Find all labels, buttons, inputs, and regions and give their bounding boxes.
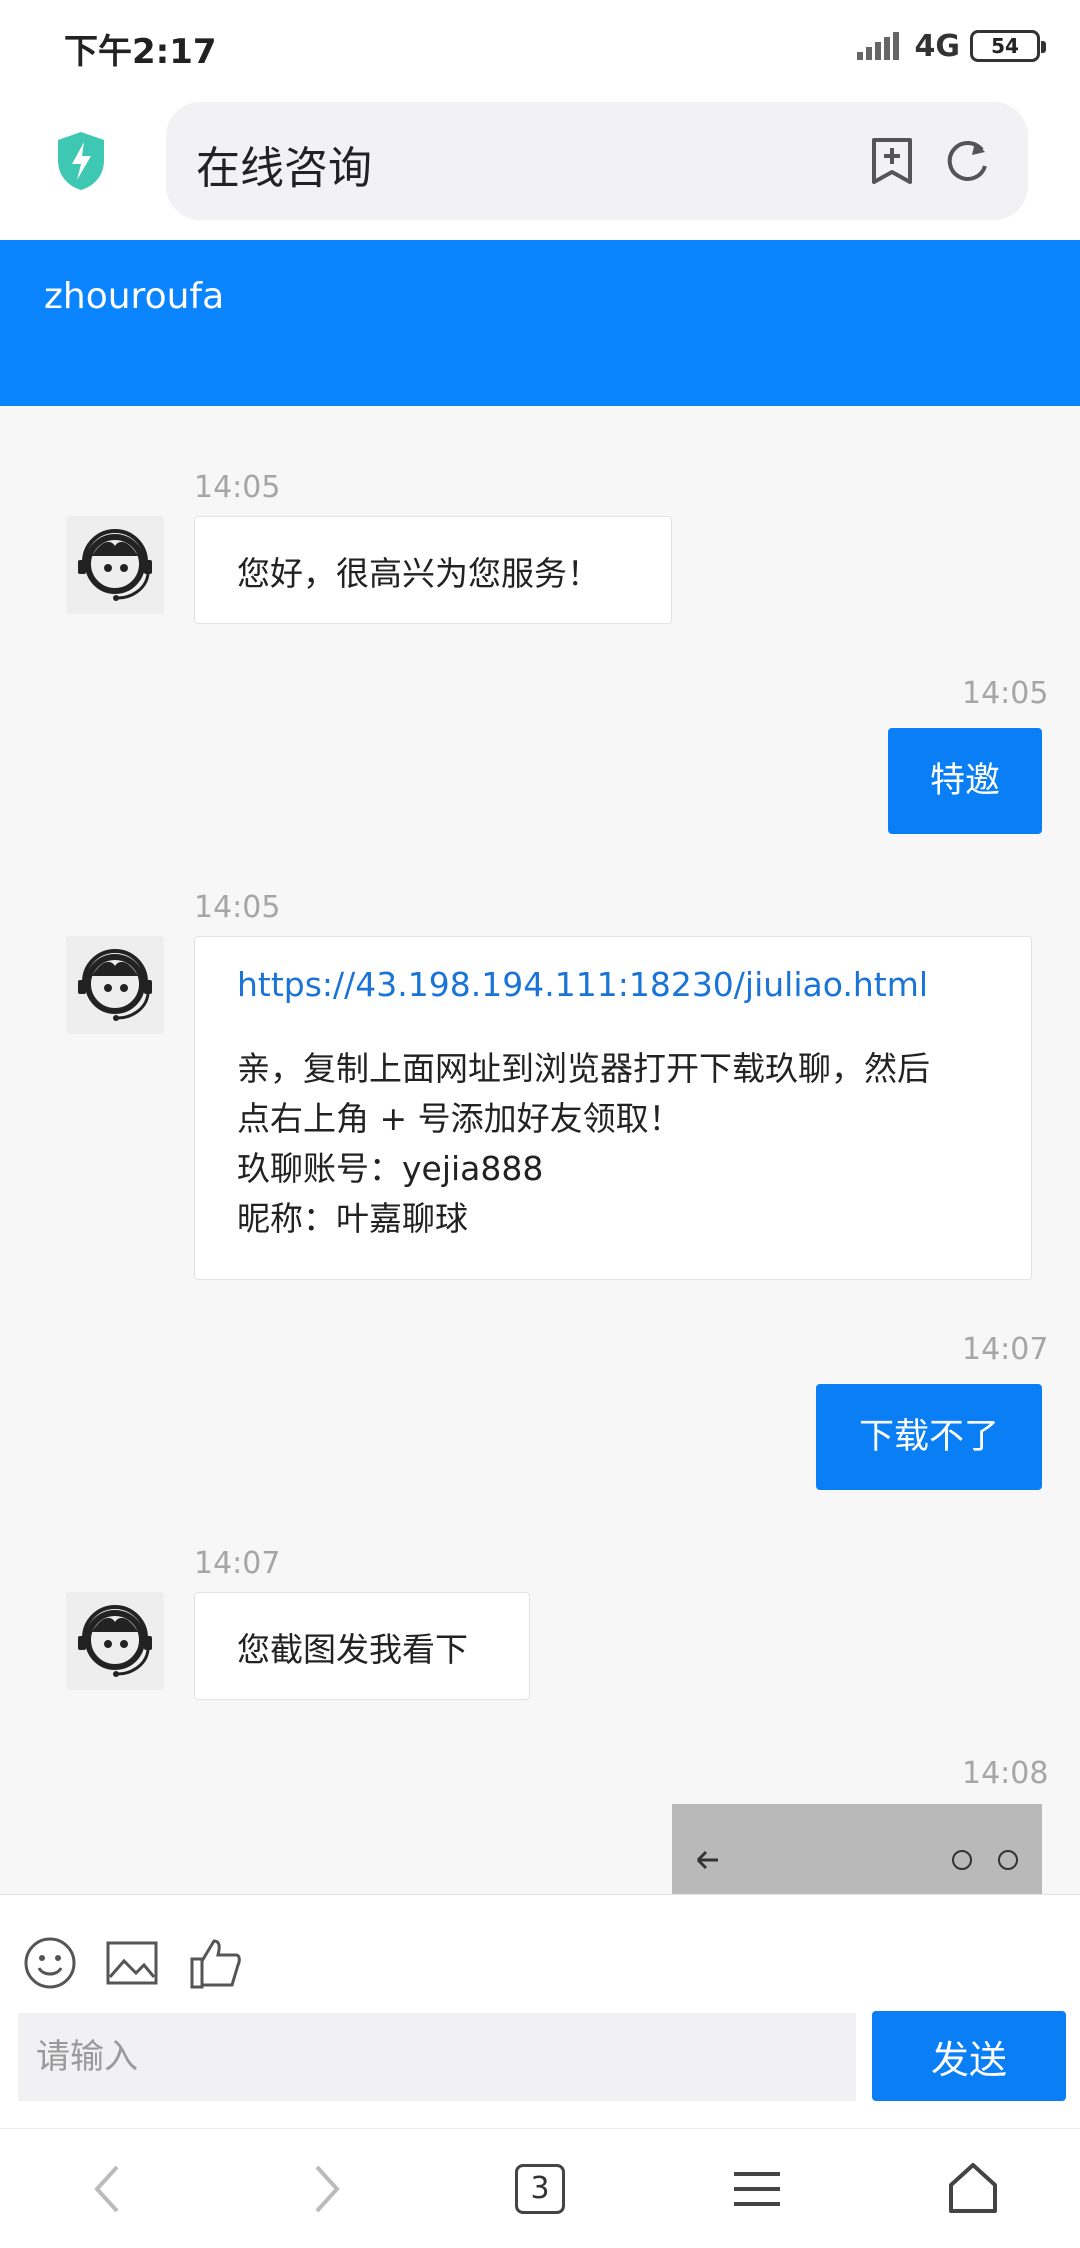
message-list[interactable]: 14:05 您好，很高兴为您服务！ 14:05 特邀 14:05 https:/… [0, 406, 1080, 1894]
browser-nav-bar: 3 [0, 2128, 1080, 2248]
send-button[interactable]: 发送 [872, 2011, 1066, 2101]
incoming-message: https://43.198.194.111:18230/jiuliao.htm… [194, 936, 1032, 1280]
shield-icon[interactable] [54, 130, 108, 192]
thumbs-up-icon[interactable] [188, 1935, 244, 1991]
message-time: 14:08 [962, 1756, 1049, 1791]
message-line: 昵称：叶嘉聊球 [237, 1199, 468, 1238]
image-message[interactable] [672, 1804, 1042, 1894]
chat-header: zhouroufa [0, 240, 1080, 406]
incoming-message: 您截图发我看下 [194, 1592, 530, 1700]
message-input[interactable] [18, 2013, 856, 2101]
home-button[interactable] [938, 2157, 1008, 2221]
message-text: 特邀 [929, 761, 1000, 801]
status-bar: 下午2:17 4G 54 [0, 0, 1080, 92]
message-time: 14:07 [962, 1332, 1049, 1367]
refresh-icon[interactable] [942, 136, 992, 186]
chat-input-area: 发送 [0, 1894, 1080, 2128]
image-icon[interactable] [104, 1935, 160, 1991]
network-type: 4G [914, 28, 961, 64]
chevron-right-icon [315, 2165, 340, 2213]
screenshot-preview [672, 1804, 1042, 1894]
agent-avatar [66, 936, 164, 1034]
message-time: 14:07 [194, 1546, 281, 1581]
address-bar: 在线咨询 [0, 92, 1080, 240]
menu-icon [734, 2172, 780, 2206]
status-time: 下午2:17 [64, 32, 217, 72]
url-field[interactable]: 在线咨询 [166, 102, 1028, 220]
page-title: 在线咨询 [196, 143, 372, 194]
signal-icon [856, 30, 905, 62]
message-text: 您好，很高兴为您服务！ [237, 554, 600, 593]
menu-button[interactable] [722, 2157, 792, 2221]
incoming-message: 您好，很高兴为您服务！ [194, 516, 672, 624]
message-time: 14:05 [194, 890, 281, 925]
outgoing-message: 特邀 [888, 728, 1042, 834]
bookmark-add-icon[interactable] [868, 136, 916, 186]
tab-count: 3 [515, 2164, 565, 2214]
message-link[interactable]: https://43.198.194.111:18230/jiuliao.htm… [237, 965, 989, 1004]
agent-avatar [66, 1592, 164, 1690]
home-icon [949, 2163, 997, 2213]
message-text: 您截图发我看下 [237, 1630, 468, 1669]
tabs-button[interactable]: 3 [505, 2157, 575, 2221]
message-line: 点右上角 + 号添加好友领取！ [237, 1099, 682, 1138]
message-line: 玖聊账号：yejia888 [237, 1149, 544, 1188]
battery-level: 54 [991, 34, 1019, 58]
agent-avatar [66, 516, 164, 614]
status-indicators: 4G 54 [856, 26, 1046, 66]
forward-button[interactable] [292, 2157, 362, 2221]
emoji-icon[interactable] [22, 1935, 78, 1991]
back-button[interactable] [72, 2157, 142, 2221]
battery-icon: 54 [970, 30, 1046, 62]
agent-name: zhouroufa [44, 276, 225, 317]
outgoing-message: 下载不了 [816, 1384, 1042, 1490]
message-time: 14:05 [962, 676, 1049, 711]
chevron-left-icon [94, 2165, 119, 2213]
message-line: 亲，复制上面网址到浏览器打开下载玖聊，然后 [237, 1049, 930, 1088]
message-time: 14:05 [194, 470, 281, 505]
message-text: 下载不了 [858, 1417, 999, 1457]
